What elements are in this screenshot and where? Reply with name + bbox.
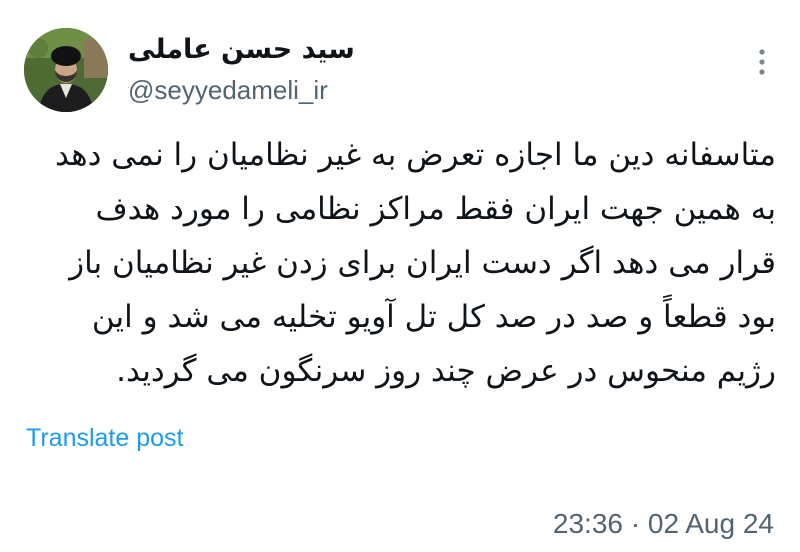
post-timestamp[interactable]: 23:36 · 02 Aug 24 bbox=[553, 507, 774, 541]
profile-photo-icon bbox=[24, 28, 108, 112]
post-date: 02 Aug 24 bbox=[647, 508, 774, 539]
author-handle[interactable]: @seyyedameli_ir bbox=[128, 74, 328, 106]
more-options-button[interactable] bbox=[748, 44, 776, 80]
more-vertical-icon bbox=[759, 49, 765, 75]
translate-post-link[interactable]: Translate post bbox=[26, 422, 183, 454]
avatar[interactable] bbox=[24, 28, 108, 112]
timestamp-separator: · bbox=[630, 508, 641, 539]
post-time: 23:36 bbox=[552, 508, 623, 539]
author-display-name[interactable]: سید حسن عاملی bbox=[128, 34, 355, 66]
post-text: متاسفانه دین ما اجازه تعرض به غیر نظامیا… bbox=[55, 137, 776, 389]
